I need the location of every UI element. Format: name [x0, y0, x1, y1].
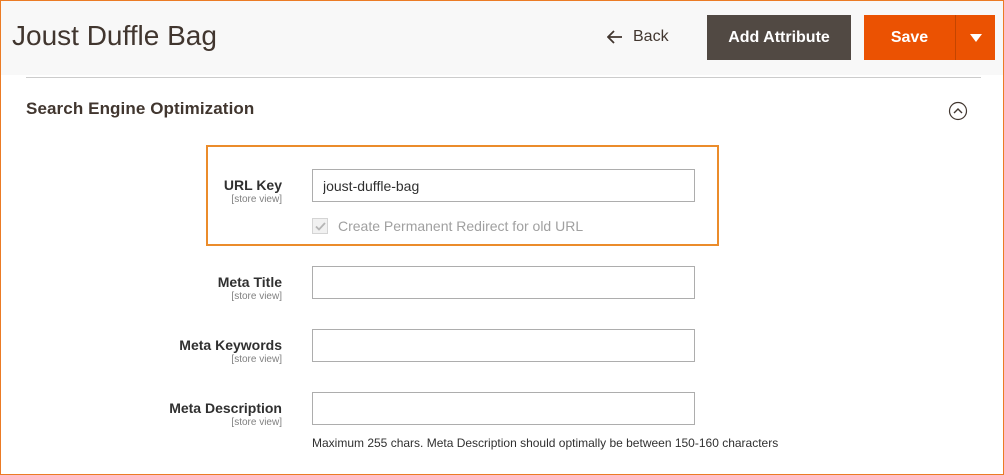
url-key-label-text: URL Key	[223, 177, 282, 193]
meta-description-input[interactable]	[312, 392, 695, 425]
arrow-left-icon	[607, 30, 622, 44]
save-options-toggle[interactable]	[955, 15, 995, 60]
permanent-redirect-label: Create Permanent Redirect for old URL	[338, 218, 584, 234]
meta-description-label: Meta Description [store view]	[162, 400, 282, 428]
save-button[interactable]: Save	[864, 15, 955, 60]
url-key-input[interactable]	[312, 169, 695, 202]
back-button-label: Back	[633, 28, 669, 45]
page-header: Joust Duffle Bag Back Add Attribute Save	[1, 1, 1003, 75]
section-divider	[26, 77, 981, 78]
meta-title-input[interactable]	[312, 266, 695, 299]
permanent-redirect-checkbox[interactable]	[312, 218, 328, 234]
permanent-redirect-option[interactable]: Create Permanent Redirect for old URL	[312, 218, 583, 234]
meta-title-label-text: Meta Title	[217, 274, 282, 290]
checkmark-icon	[314, 221, 326, 231]
meta-keywords-label-text: Meta Keywords	[179, 337, 282, 353]
caret-down-icon	[969, 33, 982, 42]
meta-keywords-input[interactable]	[312, 329, 695, 362]
meta-description-label-text: Meta Description	[169, 400, 282, 416]
meta-description-scope: [store view]	[231, 417, 282, 428]
meta-title-scope: [store view]	[231, 291, 282, 302]
meta-title-label: Meta Title [store view]	[162, 274, 282, 302]
meta-description-note: Maximum 255 chars. Meta Description shou…	[312, 436, 779, 450]
collapse-chevron-up-icon[interactable]	[948, 101, 968, 121]
url-key-scope: [store view]	[231, 194, 282, 205]
meta-keywords-label: Meta Keywords [store view]	[162, 337, 282, 365]
meta-keywords-scope: [store view]	[231, 354, 282, 365]
back-button[interactable]: Back	[607, 24, 669, 50]
section-title[interactable]: Search Engine Optimization	[26, 99, 254, 119]
url-key-label: URL Key [store view]	[162, 177, 282, 205]
page-title: Joust Duffle Bag	[12, 20, 217, 51]
save-button-group: Save	[864, 15, 995, 60]
add-attribute-button[interactable]: Add Attribute	[707, 15, 851, 60]
